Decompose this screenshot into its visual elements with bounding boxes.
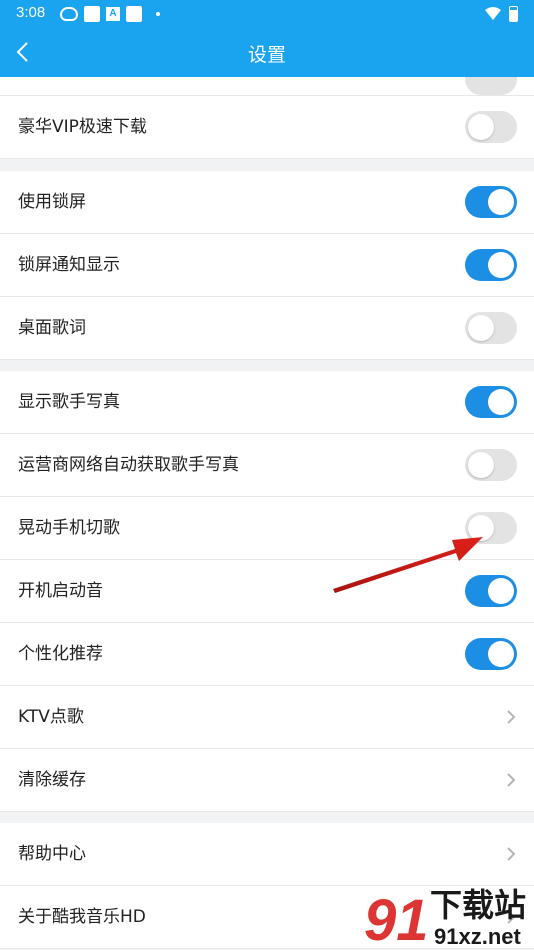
toggle-switch[interactable] <box>465 575 517 607</box>
settings-row-label: 显示歌手写真 <box>18 392 120 412</box>
app-notification-icon <box>84 6 100 22</box>
settings-row: 运营商网络自动获取歌手写真 <box>0 434 534 497</box>
settings-row[interactable]: 帮助中心 <box>0 823 534 886</box>
settings-row-label: KTV点歌 <box>18 707 84 727</box>
settings-row: 桌面歌词 <box>0 297 534 360</box>
toggle-knob <box>468 114 494 140</box>
chevron-right-icon <box>507 710 516 724</box>
status-system-icons <box>485 6 518 22</box>
settings-row-label: 锁屏通知显示 <box>18 255 120 275</box>
toggle-switch[interactable] <box>465 449 517 481</box>
settings-row[interactable]: KTV点歌 <box>0 686 534 749</box>
wifi-icon <box>485 7 501 20</box>
toggle-knob <box>468 315 494 341</box>
settings-row-label: 桌面歌词 <box>18 318 86 338</box>
settings-row-label: 运营商网络自动获取歌手写真 <box>18 455 239 475</box>
toggle-knob <box>468 452 494 478</box>
chevron-right-icon <box>507 773 516 787</box>
page-title: 设置 <box>247 44 286 66</box>
settings-row: 豪华VIP极速下载 <box>0 96 534 159</box>
square-notification-icon <box>126 6 142 22</box>
toggle-switch[interactable] <box>465 111 517 143</box>
settings-row-label: 清除缓存 <box>18 770 86 790</box>
toggle-switch[interactable] <box>465 312 517 344</box>
settings-row-label: 开机启动音 <box>18 581 103 601</box>
status-bar: 3:08 A <box>0 0 534 28</box>
toggle-switch[interactable] <box>465 386 517 418</box>
chevron-right-icon <box>507 910 516 924</box>
settings-row: 锁屏通知显示 <box>0 234 534 297</box>
toggle-knob <box>488 189 514 215</box>
letter-a-icon: A <box>106 7 120 21</box>
settings-row: 开机启动音 <box>0 560 534 623</box>
settings-row[interactable]: 清除缓存 <box>0 749 534 812</box>
weibo-icon <box>60 7 78 21</box>
chevron-right-icon <box>507 847 516 861</box>
settings-row: 使用锁屏 <box>0 171 534 234</box>
toggle-knob <box>488 641 514 667</box>
toggle-knob <box>488 252 514 278</box>
settings-row-label: 晃动手机切歌 <box>18 518 120 538</box>
settings-row: 晃动手机切歌 <box>0 497 534 560</box>
app-bar: 3:08 A 设置 <box>0 0 534 77</box>
toggle-switch[interactable] <box>465 512 517 544</box>
status-time: 3:08 <box>16 4 46 21</box>
toggle-switch[interactable] <box>465 249 517 281</box>
toggle-knob <box>488 578 514 604</box>
settings-row-label: 帮助中心 <box>18 844 86 864</box>
toggle-switch[interactable] <box>465 77 517 95</box>
settings-row: 显示歌手写真 <box>0 371 534 434</box>
settings-row[interactable]: 关于酷我音乐HD <box>0 886 534 949</box>
partially-visible-row <box>0 77 534 96</box>
settings-row-label: 豪华VIP极速下载 <box>18 117 147 137</box>
battery-icon <box>509 6 518 22</box>
toggle-knob <box>468 515 494 541</box>
toggle-switch[interactable] <box>465 186 517 218</box>
settings-row-label: 个性化推荐 <box>18 644 103 664</box>
settings-row: 个性化推荐 <box>0 623 534 686</box>
toggle-switch[interactable] <box>465 638 517 670</box>
more-notifications-dot-icon <box>156 12 160 16</box>
settings-row-label: 关于酷我音乐HD <box>18 907 146 927</box>
toggle-knob <box>488 389 514 415</box>
status-notification-icons: A <box>60 6 160 22</box>
settings-row-label: 使用锁屏 <box>18 192 86 212</box>
